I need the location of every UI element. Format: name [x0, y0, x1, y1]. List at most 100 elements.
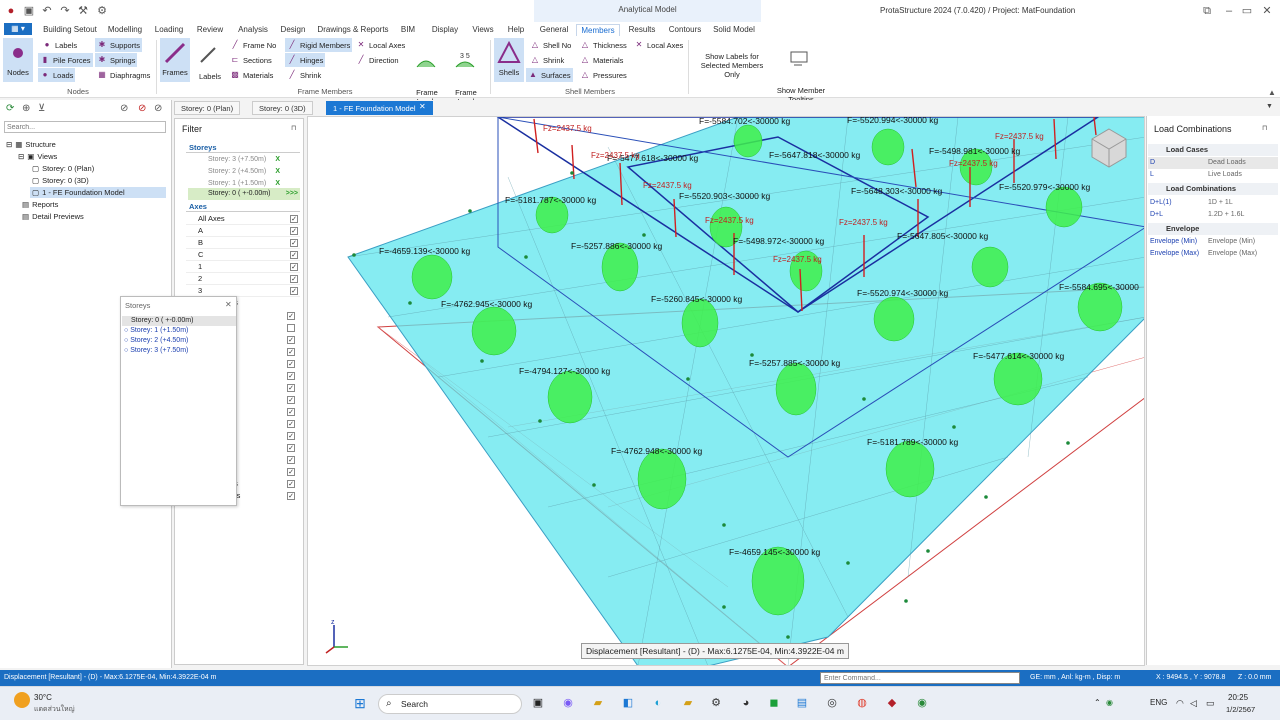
restore-layout-icon[interactable]: ⧉: [1200, 4, 1214, 18]
maximize-icon[interactable]: ▭: [1240, 4, 1254, 18]
load-combos-header[interactable]: Load Combinations: [1148, 183, 1278, 195]
battery-icon[interactable]: ▭: [1206, 698, 1215, 709]
start-icon[interactable]: ⊞: [350, 693, 370, 713]
tab-members[interactable]: Members: [576, 24, 620, 36]
pile-forces-button[interactable]: ▮ Pile Forces: [38, 53, 93, 67]
springs-button[interactable]: ✱ Springs: [95, 53, 138, 67]
tab-display[interactable]: Display: [428, 24, 462, 36]
axes-header[interactable]: Axes: [186, 201, 300, 212]
zoom-selected-icon[interactable]: ⊘: [138, 103, 146, 114]
tab-review[interactable]: Review: [192, 24, 228, 36]
tree-structure[interactable]: ⊟ ▦ Structure: [6, 140, 56, 149]
show-labels-selected-button[interactable]: Show Labels for Selected Members Only: [692, 52, 772, 79]
envelope-row[interactable]: Envelope (Min) Envelope (Min): [1148, 236, 1278, 248]
load-case-row[interactable]: D Dead Loads: [1148, 157, 1278, 169]
storey-item[interactable]: Storey: 3 (+7.50m) X: [188, 154, 300, 166]
checkbox[interactable]: ✓: [287, 312, 295, 320]
tabs-dropdown-icon[interactable]: ▼: [1266, 103, 1273, 110]
supports-button[interactable]: ✱ Supports: [95, 38, 143, 52]
storey-item-active[interactable]: Storey: 0 ( +-0.00m) >>>: [188, 188, 300, 200]
tree-view-storey0-plan[interactable]: ▢ Storey: 0 (Plan): [32, 164, 94, 173]
teams-icon[interactable]: ◉: [558, 693, 578, 713]
checkbox[interactable]: ✓: [287, 336, 295, 344]
refresh-icon[interactable]: ⟳: [6, 103, 14, 114]
frame-no-button[interactable]: ╱ Frame No: [228, 38, 278, 52]
command-input[interactable]: [820, 672, 1020, 684]
minimize-icon[interactable]: –: [1222, 4, 1236, 18]
photos-icon[interactable]: ▤: [792, 693, 812, 713]
axis-filter-row[interactable]: 1 ✓: [186, 261, 300, 273]
tree-options-icon[interactable]: ⊻: [38, 103, 45, 114]
popup-storey-item[interactable]: ○ Storey: 2 (+4.50m): [124, 336, 188, 346]
shell-no-button[interactable]: △ Shell No: [528, 38, 573, 52]
taskbar-search[interactable]: Search: [378, 694, 522, 714]
file-menu-button[interactable]: ▦ ▾: [4, 23, 32, 35]
line-icon[interactable]: ◼: [764, 693, 784, 713]
tree-view-storey0-3d[interactable]: ▢ Storey: 0 (3D): [32, 176, 89, 185]
tab-loading[interactable]: Loading: [150, 24, 188, 36]
checkbox[interactable]: ✓: [287, 456, 295, 464]
structure-search-input[interactable]: [4, 121, 166, 133]
wifi-icon[interactable]: ◠: [1176, 698, 1184, 709]
store-icon[interactable]: ◧: [618, 693, 638, 713]
envelope-row[interactable]: Envelope (Max) Envelope (Max): [1148, 248, 1278, 260]
doctab-storey0-3d[interactable]: Storey: 0 (3D): [252, 101, 313, 115]
load-cases-header[interactable]: Load Cases: [1148, 144, 1278, 156]
hinges-button[interactable]: ╱ Hinges: [285, 53, 326, 67]
tray-app-icon[interactable]: ◉: [1106, 698, 1113, 707]
settings-icon[interactable]: ⚙: [95, 4, 109, 18]
combo-row[interactable]: D+L(1) 1D + 1L: [1148, 197, 1278, 209]
tab-general[interactable]: General: [536, 24, 572, 36]
protastructure-taskbar-icon[interactable]: ◆: [882, 693, 902, 713]
tab-contours[interactable]: Contours: [664, 24, 706, 36]
frames-button[interactable]: Frames: [160, 38, 190, 82]
checkbox[interactable]: ✓: [290, 275, 298, 283]
tab-results[interactable]: Results: [624, 24, 660, 36]
ribbon-collapse-icon[interactable]: ▲: [1268, 88, 1276, 97]
doctab-fe-foundation-model[interactable]: 1 - FE Foundation Model: [326, 101, 433, 115]
checkbox[interactable]: ✓: [287, 492, 295, 500]
axis-filter-row[interactable]: C ✓: [186, 249, 300, 261]
direction-button[interactable]: ╱ Direction: [354, 53, 401, 67]
app-icon[interactable]: ◎: [822, 693, 842, 713]
checkbox[interactable]: ✓: [287, 468, 295, 476]
frame-loads-button[interactable]: Frame Loads: [412, 42, 442, 106]
tree-view-fe-model[interactable]: ▢ 1 - FE Foundation Model: [30, 187, 166, 198]
popup-storey-item[interactable]: Storey: 0 ( +-0.00m): [122, 316, 236, 326]
task-view-icon[interactable]: ▣: [528, 693, 548, 713]
diaphragms-button[interactable]: ▦ Diaphragms: [95, 68, 152, 82]
app-icon[interactable]: ◕: [736, 693, 756, 713]
shell-local-axes-button[interactable]: ✕ Local Axes: [632, 38, 685, 52]
shell-shrink-button[interactable]: △ Shrink: [528, 53, 566, 67]
tab-views[interactable]: Views: [468, 24, 498, 36]
surfaces-button[interactable]: ▲ Surfaces: [526, 68, 573, 82]
checkbox[interactable]: ✓: [287, 396, 295, 404]
chrome-icon[interactable]: ◍: [852, 693, 872, 713]
checkbox[interactable]: ✓: [290, 263, 298, 271]
envelope-header[interactable]: Envelope: [1148, 223, 1278, 235]
edge-icon[interactable]: ◐: [648, 693, 668, 713]
checkbox[interactable]: ✓: [287, 432, 295, 440]
checkbox[interactable]: ✓: [287, 384, 295, 392]
checkbox[interactable]: ✓: [290, 215, 298, 223]
folder-icon[interactable]: ▰: [678, 693, 698, 713]
tab-help[interactable]: Help: [504, 24, 528, 36]
combo-row[interactable]: D+L 1.2D + 1.6L: [1148, 209, 1278, 221]
tab-solid-model[interactable]: Solid Model: [710, 24, 758, 36]
rigid-members-button[interactable]: ╱ Rigid Members: [285, 38, 353, 52]
popup-storey-item[interactable]: ○ Storey: 1 (+1.50m): [124, 326, 188, 336]
pin-icon[interactable]: ⊓: [291, 124, 296, 132]
zoom-icon[interactable]: ⊘: [120, 103, 128, 114]
tab-bim[interactable]: BIM: [396, 24, 420, 36]
storeys-header[interactable]: Storeys: [186, 142, 300, 153]
axis-filter-row[interactable]: B ✓: [186, 237, 300, 249]
checkbox[interactable]: ✓: [287, 372, 295, 380]
close-popup-icon[interactable]: ✕: [225, 300, 232, 309]
pin-icon[interactable]: ⊓: [1262, 124, 1267, 132]
checkbox[interactable]: ✓: [290, 227, 298, 235]
axis-filter-row[interactable]: 2 ✓: [186, 273, 300, 285]
show-member-tooltips-button[interactable]: Show Member Tooltips: [776, 40, 826, 104]
tab-modelling[interactable]: Modelling: [104, 24, 146, 36]
frame-shrink-button[interactable]: ╱ Shrink: [285, 68, 323, 82]
language-indicator[interactable]: ENG: [1150, 698, 1167, 707]
